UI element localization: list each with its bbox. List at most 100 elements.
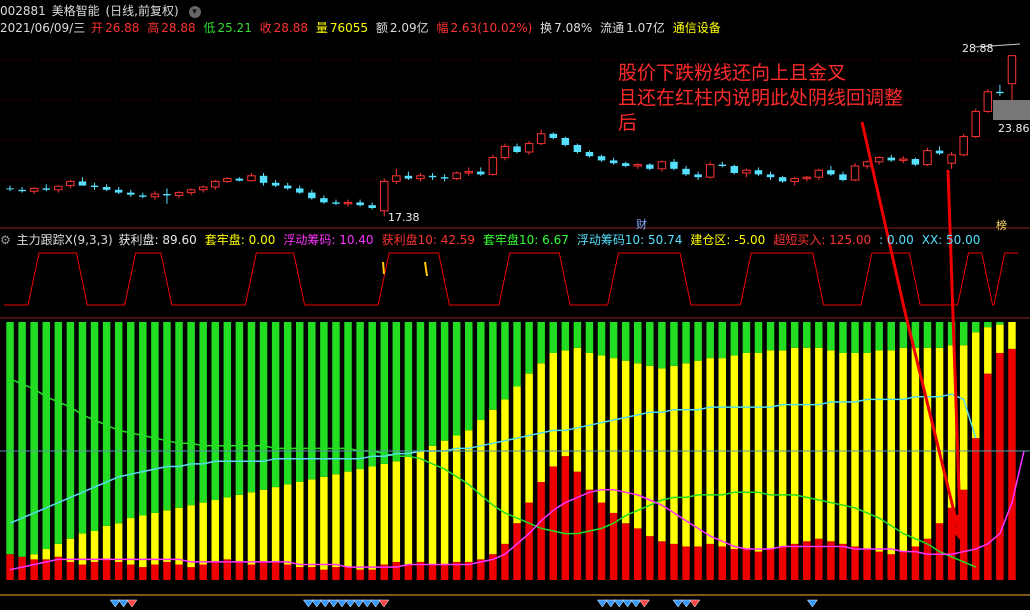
- bar-trapped: [428, 322, 437, 446]
- bar-profit: [127, 564, 135, 580]
- bar-floating: [525, 373, 533, 503]
- bar-floating: [621, 360, 630, 524]
- bar-profit: [440, 564, 449, 580]
- bar-profit: [235, 561, 244, 580]
- bar-trapped: [235, 322, 244, 495]
- bar-profit: [404, 564, 413, 580]
- bar-floating: [114, 523, 123, 562]
- indicator-item-0: 获利盘: 89.60: [118, 233, 197, 247]
- bar-trapped: [151, 322, 159, 513]
- bar-trapped: [6, 322, 14, 555]
- bar-floating: [573, 347, 582, 472]
- bar-floating: [380, 463, 388, 565]
- bar-floating: [561, 350, 570, 457]
- bar-profit: [428, 564, 437, 580]
- bar-floating: [537, 363, 545, 482]
- low-value: 25.21: [217, 21, 252, 35]
- bar-trapped: [561, 322, 570, 351]
- amount-label: 额: [375, 21, 388, 35]
- candle-body: [320, 198, 328, 203]
- candle-body: [223, 178, 232, 182]
- candle-body: [343, 201, 353, 205]
- bar-profit: [815, 538, 823, 580]
- bar-profit: [247, 564, 256, 580]
- bar-trapped: [489, 322, 497, 410]
- high-label: 高: [147, 21, 160, 35]
- bar-floating: [465, 430, 473, 562]
- vol-value: 76055: [329, 21, 369, 35]
- bar-profit: [175, 564, 183, 580]
- bar-floating: [356, 469, 364, 570]
- bar-floating: [923, 347, 932, 539]
- bar-floating: [827, 350, 835, 542]
- bar-trapped: [851, 322, 859, 353]
- bar-floating: [754, 352, 763, 552]
- bar-profit: [356, 569, 364, 580]
- bar-floating: [296, 481, 304, 568]
- bar-floating: [102, 525, 111, 560]
- indicator-item-1: 套牢盘: 0.00: [204, 233, 276, 247]
- candle-body: [247, 175, 256, 182]
- bar-profit: [332, 567, 340, 580]
- diamond-marker: [126, 599, 138, 608]
- candle-body: [983, 91, 993, 112]
- cai-marker: 财: [636, 218, 647, 231]
- bar-profit: [585, 489, 594, 580]
- bar-profit: [102, 559, 111, 580]
- candle-body: [730, 166, 739, 173]
- candle-body: [198, 186, 208, 191]
- bar-profit: [561, 456, 570, 580]
- candle-body: [271, 182, 280, 186]
- vol-label: 量: [315, 21, 328, 35]
- candle-body: [573, 145, 582, 152]
- diamond-marker: [630, 599, 642, 608]
- bar-profit: [66, 561, 75, 580]
- turnover-label: 换: [540, 21, 553, 35]
- chevron-down-icon[interactable]: ▾: [188, 5, 201, 18]
- bar-trapped: [863, 322, 871, 353]
- diamond-marker: [378, 599, 390, 608]
- diamond-marker: [638, 599, 650, 608]
- candle-body: [416, 175, 425, 180]
- indicator-name[interactable]: 主力跟踪X(9,3,3): [17, 233, 113, 247]
- candle-body: [1007, 55, 1017, 85]
- bar-trapped: [66, 322, 75, 539]
- bar-profit: [875, 551, 883, 580]
- candle-body: [718, 164, 726, 166]
- candle-body: [874, 157, 884, 163]
- candle-body: [428, 175, 437, 178]
- high-value: 28.88: [161, 21, 196, 35]
- bar-profit: [742, 549, 751, 580]
- gear-icon[interactable]: ⚙: [0, 233, 11, 247]
- bar-profit: [839, 543, 847, 580]
- bar-profit: [887, 554, 895, 580]
- bang-marker: 榜: [996, 219, 1007, 232]
- bar-profit: [501, 543, 509, 580]
- industry-label[interactable]: 通信设备: [673, 21, 721, 35]
- bar-floating: [935, 347, 944, 524]
- bar-profit: [344, 567, 352, 580]
- bar-profit: [658, 541, 666, 580]
- bar-profit: [646, 536, 654, 580]
- candle-body: [705, 164, 715, 178]
- diamond-marker: [680, 599, 692, 608]
- bar-profit: [549, 466, 557, 580]
- bar-trapped: [670, 322, 678, 366]
- candle-body: [477, 171, 485, 175]
- bar-profit: [78, 564, 87, 580]
- bar-profit: [163, 561, 171, 580]
- bar-floating: [489, 409, 497, 555]
- bar-trapped: [18, 322, 26, 557]
- price-low-label: 17.38: [388, 211, 420, 224]
- diamond-marker: [118, 599, 130, 608]
- bar-floating: [247, 492, 256, 565]
- bar-floating: [151, 512, 159, 565]
- signal-wave: [4, 252, 1018, 306]
- bar-trapped: [54, 322, 63, 544]
- candle-body: [66, 180, 75, 187]
- candle-body: [380, 180, 389, 212]
- bar-trapped: [972, 322, 980, 333]
- bar-floating: [127, 518, 135, 565]
- signal-marker: [382, 261, 385, 275]
- float-label: 流通: [600, 21, 625, 35]
